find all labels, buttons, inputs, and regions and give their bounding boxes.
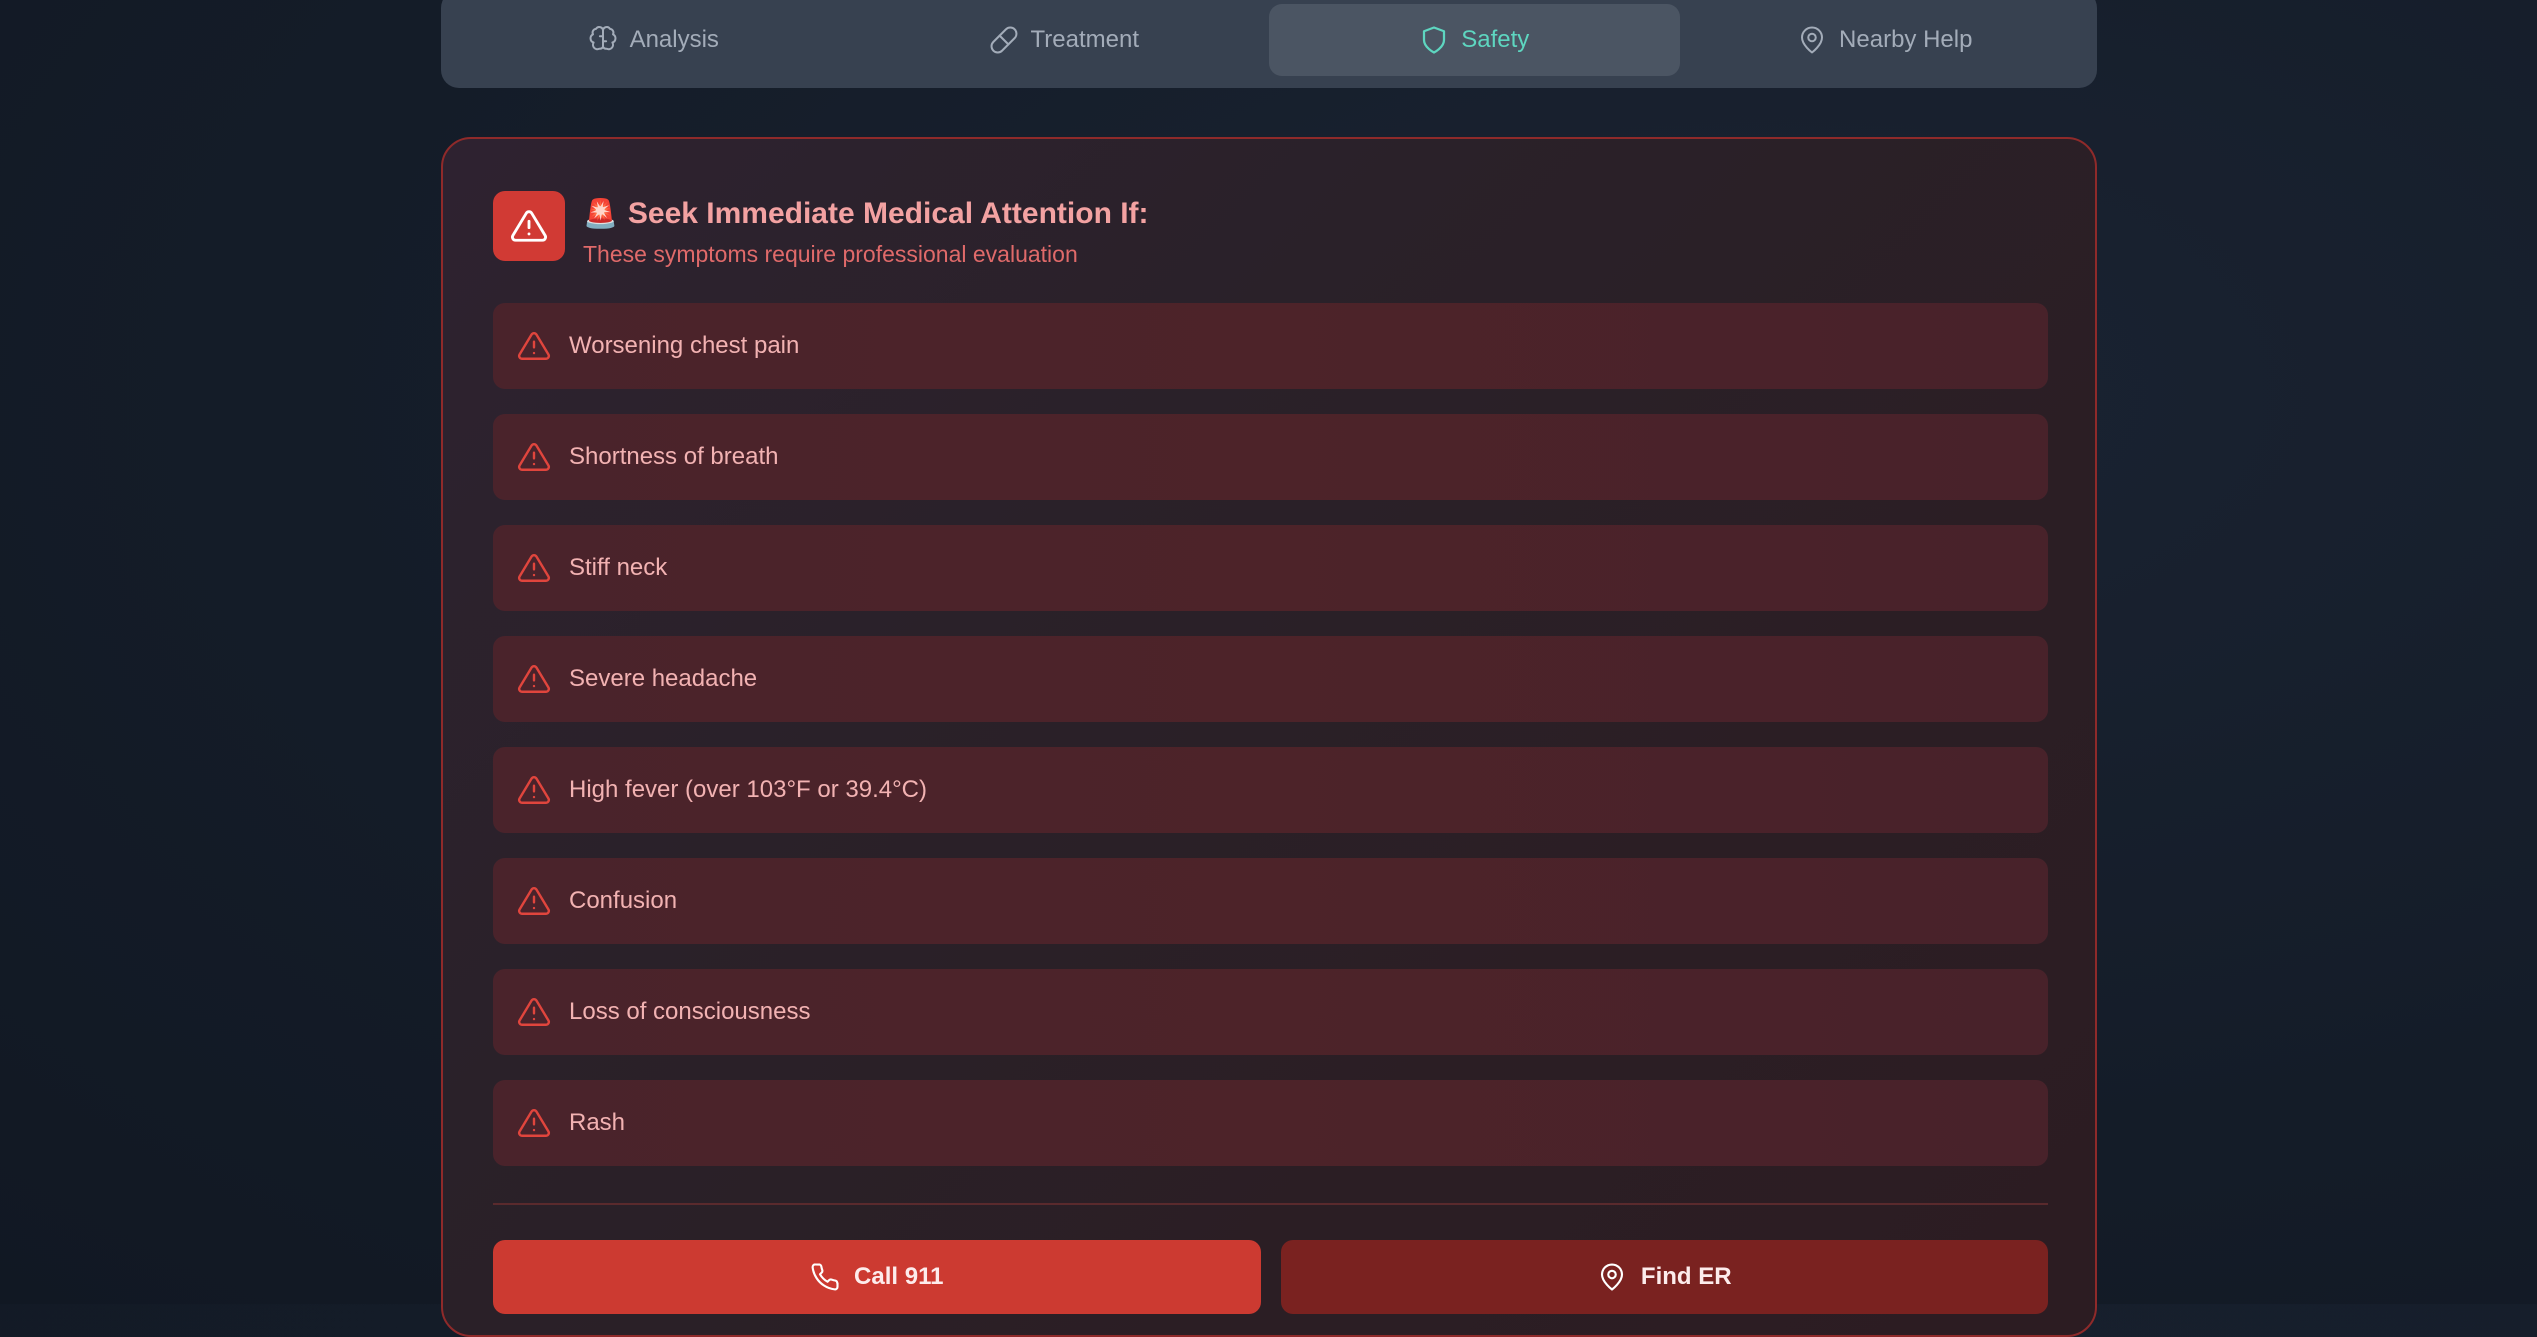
symptom-label: Confusion <box>569 887 678 914</box>
emergency-alert-card: 🚨 Seek Immediate Medical Attention If: T… <box>441 137 2097 1337</box>
symptom-item: Shortness of breath <box>493 414 2048 500</box>
emergency-actions: Call 911 Find ER <box>493 1240 2048 1314</box>
symptom-item: High fever (over 103°F or 39.4°C) <box>493 747 2048 833</box>
phone-icon <box>811 1263 839 1291</box>
tab-bar: Analysis Treatment Safety Nearby Help <box>441 0 2097 88</box>
pill-icon <box>990 26 1017 54</box>
alert-badge <box>493 191 565 261</box>
map-pin-icon <box>1801 26 1824 54</box>
symptom-item: Loss of consciousness <box>493 969 2048 1055</box>
tab-treatment-label: Treatment <box>1030 26 1139 53</box>
symptom-label: Rash <box>569 1109 626 1136</box>
call-911-label: Call 911 <box>854 1263 944 1290</box>
warning-triangle-icon <box>517 776 551 804</box>
symptom-item: Worsening chest pain <box>493 303 2048 389</box>
symptom-item: Stiff neck <box>493 525 2048 611</box>
symptom-label: Worsening chest pain <box>569 332 800 359</box>
tab-treatment[interactable]: Treatment <box>859 4 1270 76</box>
warning-triangle-icon <box>517 443 551 471</box>
warning-triangle-icon <box>511 210 547 242</box>
warning-triangle-icon <box>517 665 551 693</box>
call-911-button[interactable]: Call 911 <box>493 1240 1261 1314</box>
find-er-button[interactable]: Find ER <box>1280 1240 2048 1314</box>
alert-header: 🚨 Seek Immediate Medical Attention If: T… <box>493 191 1149 268</box>
tab-nearby-help-label: Nearby Help <box>1839 26 1973 53</box>
alert-title-text: Seek Immediate Medical Attention If: <box>627 197 1149 230</box>
symptom-item: Severe headache <box>493 636 2048 722</box>
map-pin-icon <box>1600 1263 1623 1291</box>
divider <box>493 1203 2048 1205</box>
alert-title: 🚨 Seek Immediate Medical Attention If: <box>583 197 1149 231</box>
symptom-label: Stiff neck <box>569 554 668 581</box>
warning-triangle-icon <box>517 332 551 360</box>
symptom-label: Loss of consciousness <box>569 998 811 1025</box>
warning-triangle-icon <box>517 1109 551 1137</box>
warning-triangle-icon <box>517 554 551 582</box>
brain-icon <box>589 26 617 51</box>
alert-subtitle: These symptoms require professional eval… <box>583 241 1078 267</box>
tab-safety-label: Safety <box>1461 26 1530 53</box>
warning-triangle-icon <box>517 998 551 1026</box>
symptom-list: Worsening chest pain Shortness of breath… <box>493 303 2048 1191</box>
find-er-label: Find ER <box>1640 1263 1732 1290</box>
symptom-label: Severe headache <box>569 665 758 692</box>
tab-analysis[interactable]: Analysis <box>448 4 859 76</box>
tab-safety[interactable]: Safety <box>1269 4 1680 76</box>
tab-nearby-help[interactable]: Nearby Help <box>1680 4 2091 76</box>
symptom-label: Shortness of breath <box>569 443 779 470</box>
shield-icon <box>1423 26 1446 54</box>
symptom-item: Rash <box>493 1080 2048 1166</box>
siren-icon: 🚨 <box>583 198 618 229</box>
tab-analysis-label: Analysis <box>629 26 719 53</box>
symptom-label: High fever (over 103°F or 39.4°C) <box>569 776 928 803</box>
warning-triangle-icon <box>517 887 551 915</box>
symptom-item: Confusion <box>493 858 2048 944</box>
